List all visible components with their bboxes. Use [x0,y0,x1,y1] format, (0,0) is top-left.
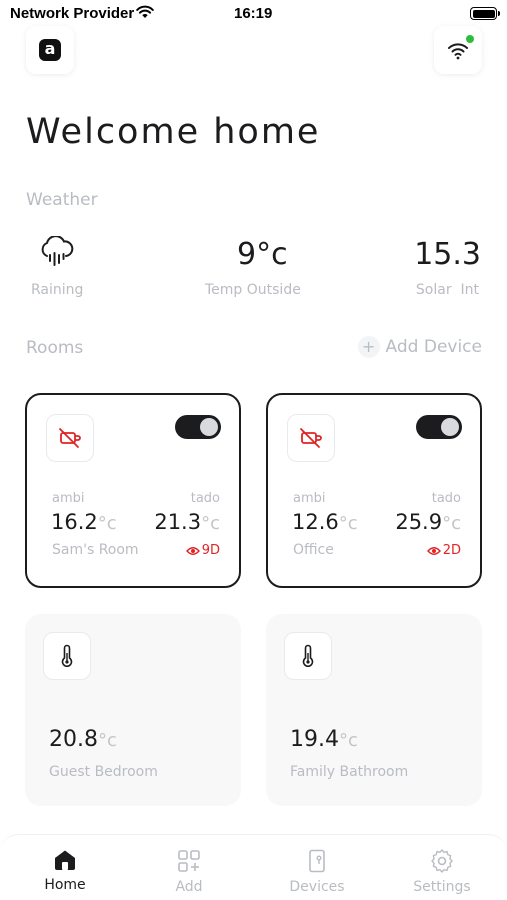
outside-temperature: 9°c [237,237,288,272]
eye-icon [426,546,441,555]
tab-label: Add [175,879,203,895]
room-card-office[interactable]: ambi tado 12.6°c 25.9°c Office 2D [266,393,482,588]
room-name: Sam's Room [52,542,139,558]
room-temperature: 20.8°c [49,727,117,752]
rain-cloud-icon [38,235,74,272]
tado-temperature: 25.9°c [395,510,461,534]
device-icon [309,849,325,873]
tab-bar: Home Add Devices Settings [0,834,507,900]
thermometer-icon [43,632,91,680]
online-indicator [466,35,474,43]
page-title: Welcome home [26,112,321,152]
room-card-guest-bedroom[interactable]: 20.8°c Guest Bedroom [25,614,241,806]
gear-icon [431,849,453,873]
solar-intensity-caption: Solar Int [415,282,479,298]
tado-label: tado [431,491,461,506]
outside-temperature-caption: Temp Outside [205,282,301,298]
weather-condition: Raining [31,282,84,298]
battery-icon [470,7,500,20]
room-card-family-bathroom[interactable]: 19.4°c Family Bathroom [266,614,482,806]
app-logo-icon: a [39,39,61,61]
add-device-label: Add Device [385,337,482,357]
room-power-toggle[interactable] [416,415,462,439]
tab-home[interactable]: Home [20,849,110,893]
room-name: Guest Bedroom [49,764,158,780]
carrier-name: Network Provider [10,5,135,22]
rooms-section-label: Rooms [26,338,84,358]
tab-label: Home [44,877,86,893]
add-device-button[interactable]: + Add Device [357,336,482,358]
tab-label: Settings [413,879,471,895]
tab-settings[interactable]: Settings [397,849,487,895]
room-card-sams-room[interactable]: ambi tado 16.2°c 21.3°c Sam's Room 9D [25,393,241,588]
ambi-label: ambi [293,491,326,506]
tab-add[interactable]: Add [144,849,234,895]
ambi-temperature: 12.6°c [292,510,358,534]
tado-temperature: 21.3°c [154,510,220,534]
room-power-toggle[interactable] [175,415,221,439]
ambi-label: ambi [52,491,85,506]
connection-status-button[interactable] [434,26,482,74]
alert-badge: 9D [185,543,220,558]
tab-devices[interactable]: Devices [272,849,362,895]
eye-icon [185,546,200,555]
tab-label: Devices [289,879,345,895]
alert-badge: 2D [426,543,461,558]
weather-section-label: Weather [26,190,98,210]
heating-off-icon [46,414,94,462]
wifi-signal-icon [136,5,154,23]
home-icon [55,850,75,870]
plus-icon: + [357,336,380,358]
tado-label: tado [190,491,220,506]
app-logo-button[interactable]: a [26,26,74,74]
status-bar: Network Provider 16:19 [0,0,507,28]
room-temperature: 19.4°c [290,727,358,752]
clock: 16:19 [234,5,273,22]
wifi-icon [448,43,468,60]
grid-plus-icon [178,850,200,872]
heating-off-icon [287,414,335,462]
room-name: Family Bathroom [290,764,409,780]
ambi-temperature: 16.2°c [51,510,117,534]
solar-intensity: 15.3 [414,237,481,272]
room-name: Office [293,542,334,558]
thermometer-icon [284,632,332,680]
